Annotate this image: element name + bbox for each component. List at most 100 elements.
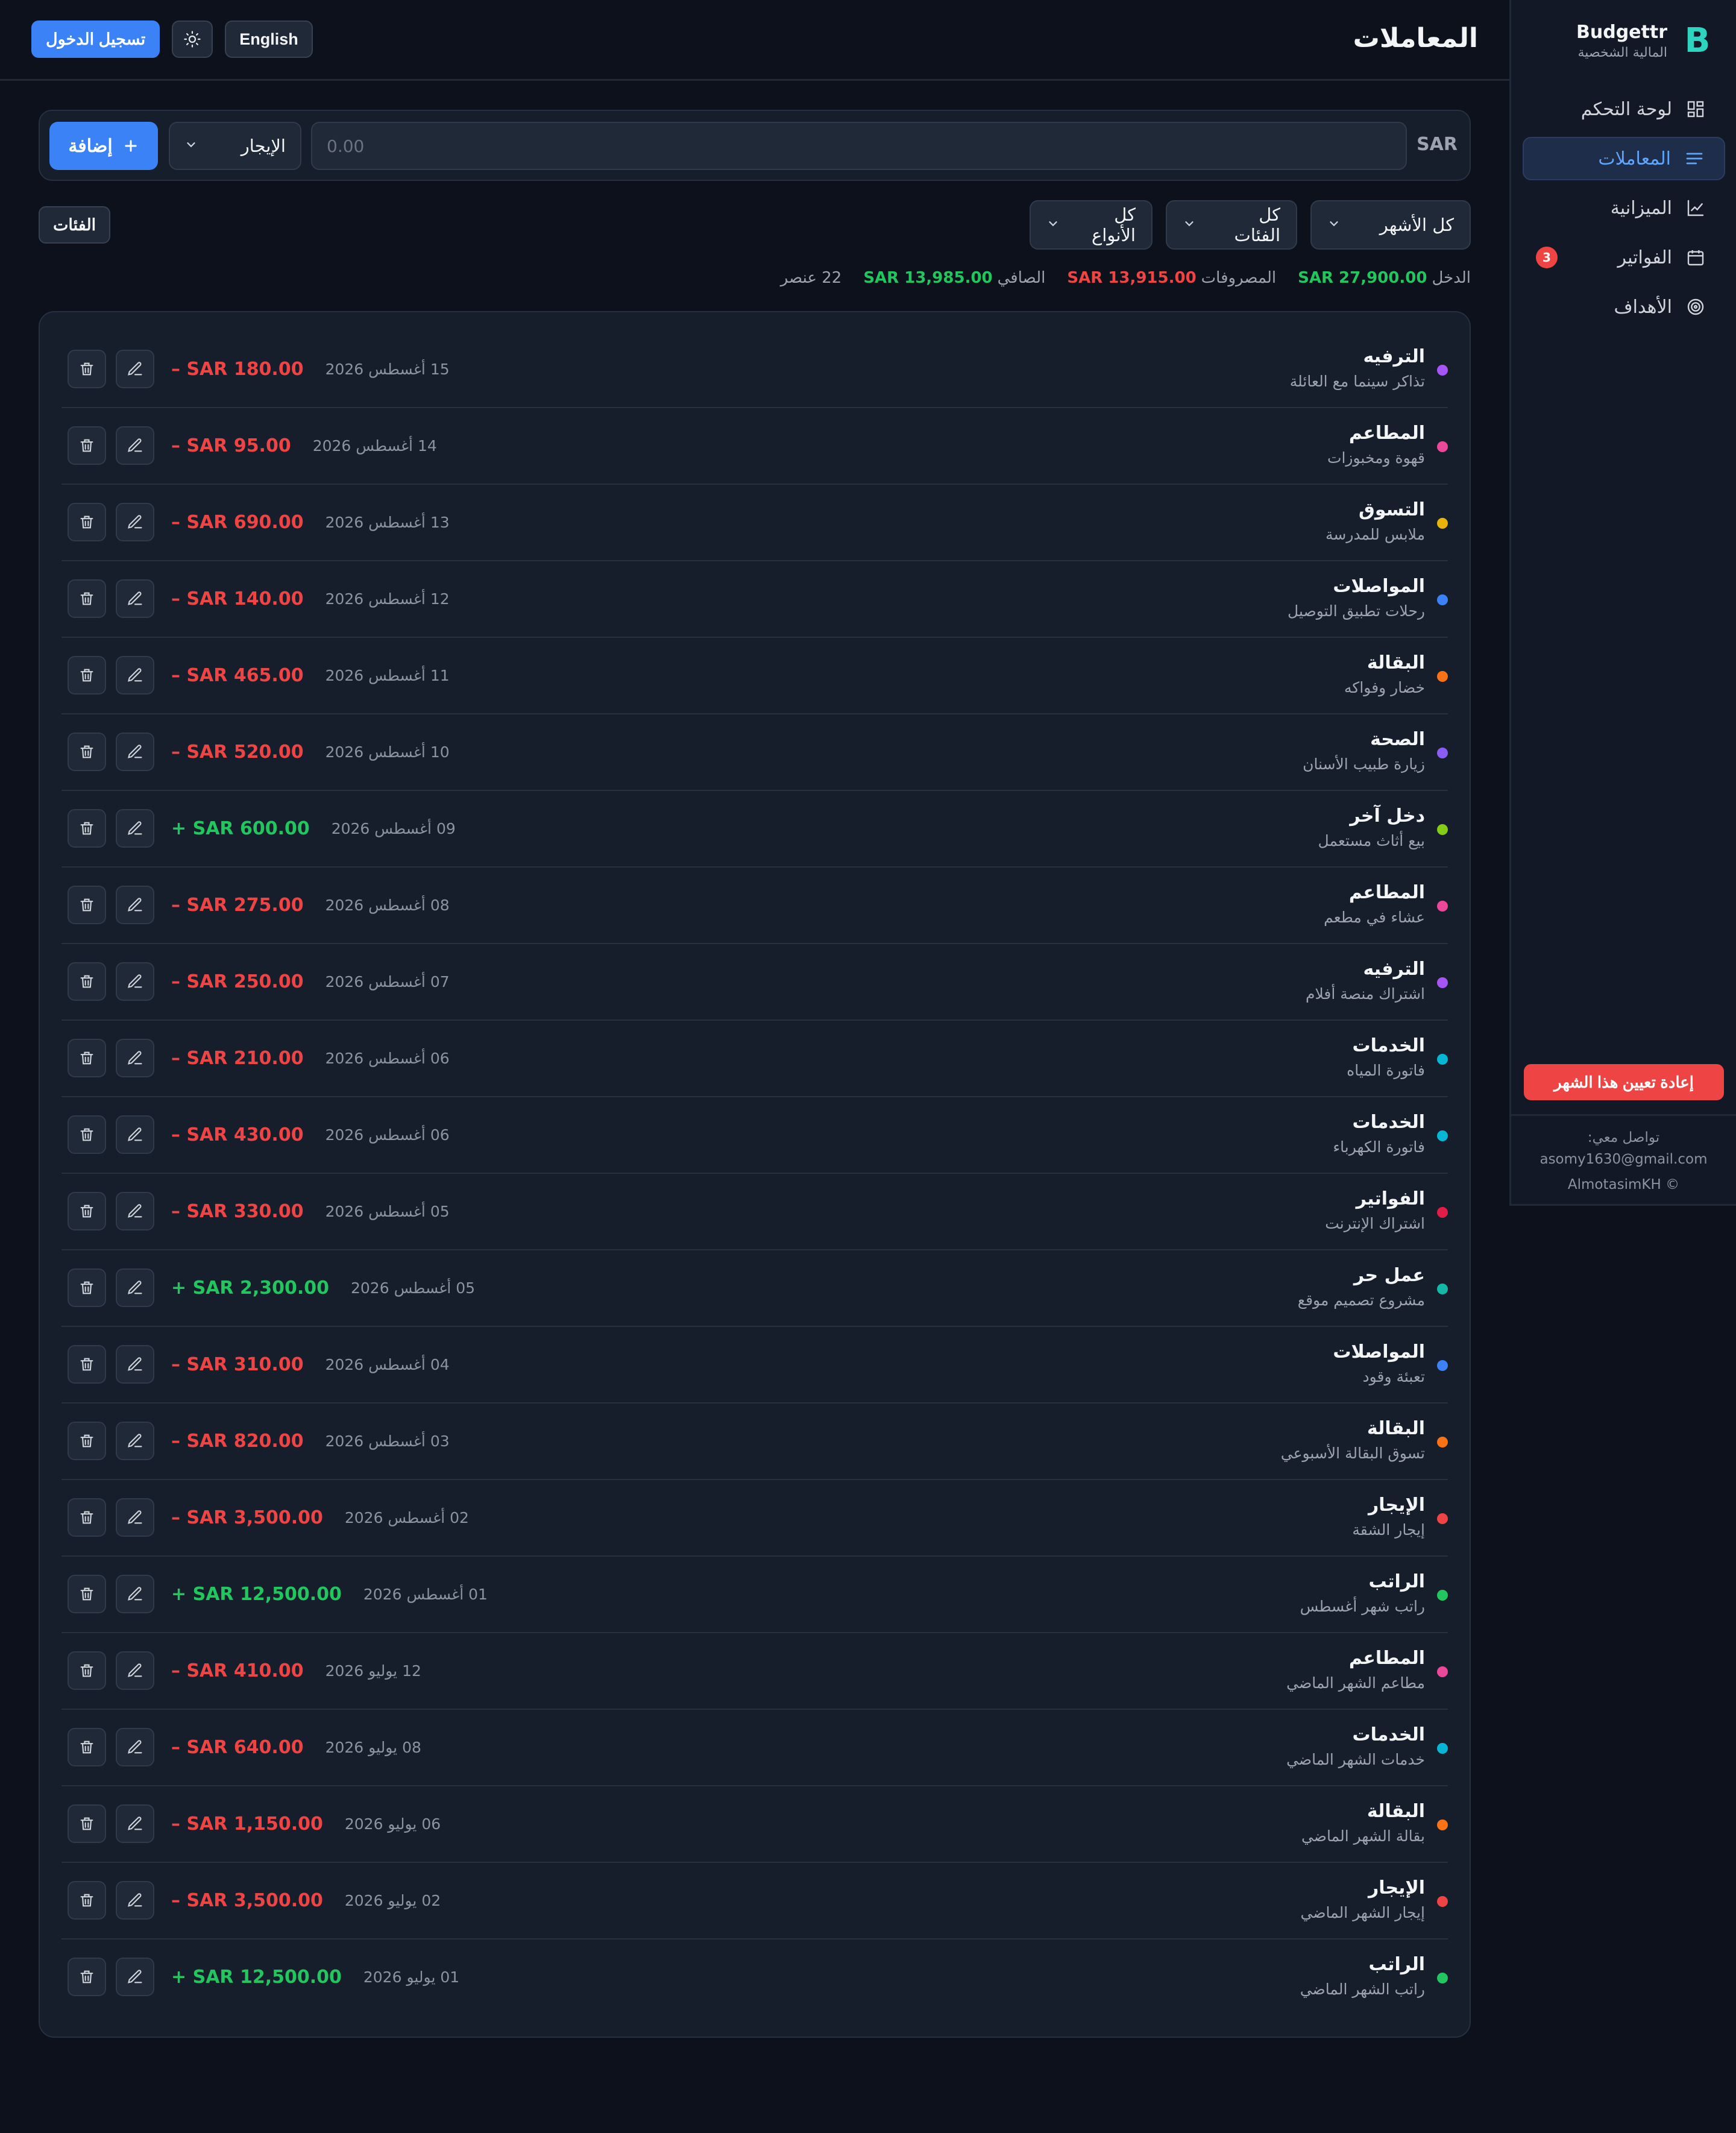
delete-transaction-button[interactable] <box>68 1728 106 1766</box>
line-chart-icon <box>1685 198 1706 218</box>
pencil-edit-icon <box>127 1586 143 1602</box>
currency-label: SAR <box>1417 134 1458 155</box>
manage-categories-button[interactable]: الفئات <box>39 206 111 244</box>
transaction-category: البقالة <box>1366 652 1425 673</box>
transaction-meta: – SAR 520.00 10 أغسطس 2026 <box>68 733 450 771</box>
edit-transaction-button[interactable] <box>116 809 154 848</box>
transaction-category: التسوق <box>1359 499 1425 520</box>
delete-transaction-button[interactable] <box>68 1039 106 1077</box>
transaction-category: الترفيه <box>1363 346 1425 367</box>
transaction-amount: + SAR 12,500.00 <box>171 1583 342 1605</box>
pencil-edit-icon <box>127 1509 143 1526</box>
delete-transaction-button[interactable] <box>68 1498 106 1537</box>
edit-transaction-button[interactable] <box>116 962 154 1001</box>
delete-transaction-button[interactable] <box>68 350 106 388</box>
pencil-edit-icon <box>127 896 143 913</box>
sidebar-item-budget[interactable]: الميزانية <box>1523 186 1725 230</box>
transaction-date: 01 أغسطس 2026 <box>363 1585 488 1603</box>
transaction-amount: – SAR 430.00 <box>171 1124 304 1145</box>
category-filter-select[interactable]: كل الفئات <box>1166 200 1297 250</box>
delete-transaction-button[interactable] <box>68 1575 106 1613</box>
edit-transaction-button[interactable] <box>116 1345 154 1384</box>
dashboard-grid-icon <box>1685 99 1706 119</box>
transaction-row: التسوق ملابس للمدرسة – SAR 690.00 13 أغس… <box>61 485 1448 561</box>
pencil-edit-icon <box>127 514 143 531</box>
reset-month-button[interactable]: إعادة تعيين هذا الشهر <box>1524 1064 1724 1100</box>
category-color-dot <box>1437 1207 1448 1218</box>
transaction-meta: – SAR 95.00 14 أغسطس 2026 <box>68 426 437 465</box>
pencil-edit-icon <box>127 1432 143 1449</box>
delete-transaction-button[interactable] <box>68 426 106 465</box>
edit-transaction-button[interactable] <box>116 1804 154 1843</box>
edit-transaction-button[interactable] <box>116 1651 154 1690</box>
theme-toggle-button[interactable] <box>172 20 213 58</box>
edit-transaction-button[interactable] <box>116 1115 154 1154</box>
edit-transaction-button[interactable] <box>116 733 154 771</box>
edit-transaction-button[interactable] <box>116 1881 154 1920</box>
transaction-meta: – SAR 275.00 08 أغسطس 2026 <box>68 886 450 924</box>
sidebar-item-dashboard[interactable]: لوحة التحكم <box>1523 87 1725 131</box>
contact-email-link[interactable]: asomy1630@gmail.com <box>1511 1148 1736 1170</box>
transaction-date: 12 أغسطس 2026 <box>325 590 450 608</box>
delete-transaction-button[interactable] <box>68 1115 106 1154</box>
transaction-description: اشتراك منصة أفلام <box>1306 985 1425 1003</box>
login-button[interactable]: تسجيل الدخول <box>31 20 160 58</box>
delete-transaction-button[interactable] <box>68 656 106 695</box>
delete-transaction-button[interactable] <box>68 1881 106 1920</box>
category-color-dot <box>1437 824 1448 835</box>
delete-transaction-button[interactable] <box>68 1651 106 1690</box>
edit-transaction-button[interactable] <box>116 1192 154 1230</box>
edit-transaction-button[interactable] <box>116 1728 154 1766</box>
net-summary: الصافيSAR 13,985.00 <box>863 269 1045 287</box>
delete-transaction-button[interactable] <box>68 886 106 924</box>
type-filter-select[interactable]: كل الأنواع <box>1030 200 1153 250</box>
edit-transaction-button[interactable] <box>116 886 154 924</box>
edit-transaction-button[interactable] <box>116 1422 154 1460</box>
delete-transaction-button[interactable] <box>68 962 106 1001</box>
expenses-summary: المصروفاتSAR 13,915.00 <box>1067 269 1276 287</box>
delete-transaction-button[interactable] <box>68 809 106 848</box>
edit-transaction-button[interactable] <box>116 503 154 541</box>
delete-transaction-button[interactable] <box>68 579 106 618</box>
delete-transaction-button[interactable] <box>68 503 106 541</box>
edit-transaction-button[interactable] <box>116 656 154 695</box>
category-select[interactable]: الإيجار <box>169 122 301 170</box>
delete-transaction-button[interactable] <box>68 1345 106 1384</box>
month-filter-select[interactable]: كل الأشهر <box>1310 200 1471 250</box>
transaction-meta: – SAR 250.00 07 أغسطس 2026 <box>68 962 450 1001</box>
transaction-row: الخدمات فاتورة الكهرباء – SAR 430.00 06 … <box>61 1097 1448 1174</box>
edit-transaction-button[interactable] <box>116 350 154 388</box>
net-label: الصافي <box>997 269 1046 287</box>
expenses-value: SAR 13,915.00 <box>1067 269 1197 287</box>
transaction-description: خضار وفواكه <box>1344 679 1425 696</box>
edit-transaction-button[interactable] <box>116 1958 154 1996</box>
edit-transaction-button[interactable] <box>116 579 154 618</box>
pencil-edit-icon <box>127 1279 143 1296</box>
edit-transaction-button[interactable] <box>116 1039 154 1077</box>
transaction-date: 06 أغسطس 2026 <box>325 1126 450 1144</box>
transaction-meta: – SAR 690.00 13 أغسطس 2026 <box>68 503 450 541</box>
delete-transaction-button[interactable] <box>68 733 106 771</box>
language-toggle-button[interactable]: English <box>225 20 313 58</box>
delete-transaction-button[interactable] <box>68 1268 106 1307</box>
delete-transaction-button[interactable] <box>68 1192 106 1230</box>
delete-transaction-button[interactable] <box>68 1804 106 1843</box>
sidebar-item-transactions[interactable]: المعاملات <box>1523 137 1725 180</box>
amount-input[interactable]: 0.00 <box>311 122 1407 170</box>
transaction-date: 14 أغسطس 2026 <box>312 436 437 455</box>
transaction-description: تسوق البقالة الأسبوعي <box>1280 1445 1425 1462</box>
edit-transaction-button[interactable] <box>116 1575 154 1613</box>
sidebar-item-goals[interactable]: الأهداف <box>1523 285 1725 329</box>
edit-transaction-button[interactable] <box>116 1498 154 1537</box>
edit-transaction-button[interactable] <box>116 426 154 465</box>
sidebar-item-bills[interactable]: الفواتير 3 <box>1523 236 1725 279</box>
edit-transaction-button[interactable] <box>116 1268 154 1307</box>
add-transaction-button[interactable]: إضافة <box>49 122 158 170</box>
transaction-category: المواصلات <box>1333 576 1425 597</box>
brand[interactable]: B Budgettr المالية الشخصية <box>1576 19 1717 63</box>
category-color-dot <box>1437 1437 1448 1448</box>
transaction-amount: – SAR 140.00 <box>171 588 304 610</box>
delete-transaction-button[interactable] <box>68 1422 106 1460</box>
delete-transaction-button[interactable] <box>68 1958 106 1996</box>
transaction-category: الإيجار <box>1368 1877 1425 1898</box>
